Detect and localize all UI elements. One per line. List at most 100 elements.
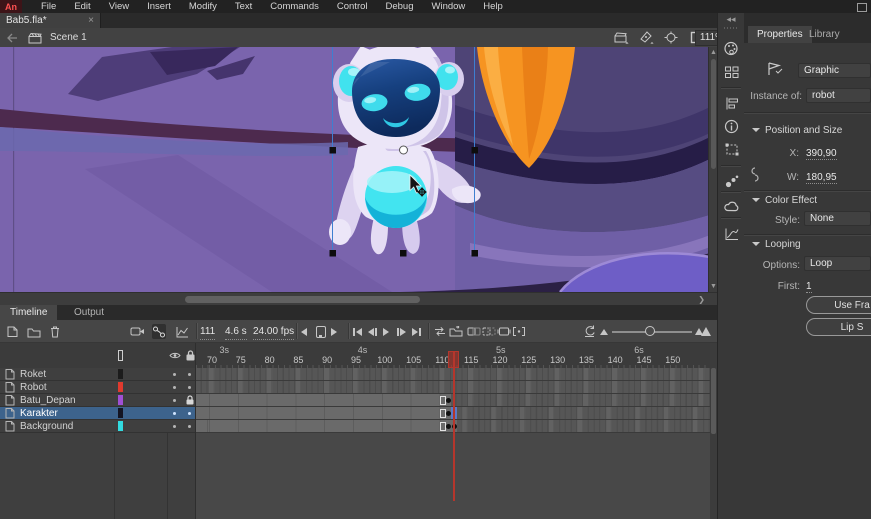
layer-visibility-dot[interactable]	[173, 386, 176, 389]
stage-vertical-scrollbar[interactable]: ▲ ▼	[708, 47, 717, 292]
window-control-icon[interactable]	[857, 3, 867, 12]
camera-icon[interactable]	[130, 324, 145, 339]
show-parenting-view-icon[interactable]	[152, 324, 166, 339]
menu-item-edit[interactable]: Edit	[65, 0, 99, 13]
outline-color-column-icon[interactable]	[118, 350, 123, 361]
tab-timeline[interactable]: Timeline	[0, 305, 57, 320]
scroll-right-icon[interactable]: ❯	[698, 295, 705, 304]
menu-item-debug[interactable]: Debug	[377, 0, 423, 13]
layer-row-robot[interactable]: Robot	[0, 381, 195, 394]
lock-icon[interactable]	[185, 350, 196, 361]
layer-lock-dot[interactable]	[188, 373, 191, 376]
scrollbar-handle[interactable]	[185, 296, 420, 303]
layer-row-batu_depan[interactable]: Batu_Depan	[0, 394, 195, 407]
frame-size-slider[interactable]	[612, 324, 692, 339]
section-position-size[interactable]: Position and Size	[752, 125, 842, 136]
menu-item-help[interactable]: Help	[474, 0, 512, 13]
x-value[interactable]: 390,90	[806, 148, 837, 160]
keyframe-dot[interactable]	[446, 411, 451, 416]
back-arrow-icon[interactable]	[4, 30, 20, 46]
layer-row-karakter[interactable]: Karakter	[0, 407, 195, 420]
prev-frame-icon[interactable]	[368, 324, 377, 339]
step-forward-icon[interactable]	[331, 324, 337, 339]
elapsed-time-value[interactable]: 4.6 s	[225, 324, 247, 340]
frame-rate-value[interactable]: 24.00 fps	[253, 324, 294, 340]
center-stage-icon[interactable]	[663, 30, 679, 46]
breadcrumb-scene[interactable]: Scene 1	[50, 32, 87, 43]
loop-playback-icon[interactable]	[433, 324, 447, 339]
menu-item-modify[interactable]: Modify	[180, 0, 226, 13]
loop-options-select[interactable]: Loop	[804, 256, 871, 271]
menu-item-commands[interactable]: Commands	[261, 0, 328, 13]
style-select[interactable]: None	[804, 211, 871, 226]
info-icon[interactable]	[723, 118, 740, 135]
creative-cloud-icon[interactable]	[723, 198, 740, 215]
go-last-frame-icon[interactable]	[412, 324, 421, 339]
section-looping[interactable]: Looping	[752, 239, 801, 250]
transform-icon[interactable]	[723, 141, 740, 158]
layer-lock-icon[interactable]	[185, 395, 195, 405]
edit-scene-icon[interactable]	[613, 30, 629, 46]
section-color-effect[interactable]: Color Effect	[752, 195, 817, 206]
layer-lock-dot[interactable]	[188, 412, 191, 415]
delete-layer-icon[interactable]	[49, 324, 61, 339]
onion-skin-outlines-icon[interactable]	[482, 324, 496, 339]
lip-syncing-button[interactable]: Lip S	[806, 318, 871, 336]
reset-timeline-zoom-icon[interactable]	[583, 324, 596, 339]
eye-icon[interactable]	[169, 351, 181, 360]
close-icon[interactable]: ×	[88, 16, 94, 26]
graph-view-icon[interactable]	[175, 324, 189, 339]
step-back-icon[interactable]	[301, 324, 307, 339]
go-first-frame-icon[interactable]	[353, 324, 362, 339]
layer-visibility-dot[interactable]	[173, 412, 176, 415]
brush-library-icon[interactable]	[723, 173, 740, 190]
menu-item-view[interactable]: View	[100, 0, 138, 13]
tab-library[interactable]: Library	[800, 26, 849, 43]
menu-item-control[interactable]: Control	[328, 0, 377, 13]
stage-horizontal-scrollbar[interactable]: ❯	[0, 292, 717, 305]
expand-panels-icon[interactable]: ◂◂	[718, 14, 744, 25]
layer-visibility-dot[interactable]	[173, 399, 176, 402]
layer-lock-dot[interactable]	[188, 386, 191, 389]
w-value[interactable]: 180,95	[806, 172, 837, 184]
current-frame-value[interactable]: 111	[200, 324, 215, 340]
edit-multiple-frames-icon[interactable]	[497, 324, 511, 339]
layer-row-roket[interactable]: Roket	[0, 368, 195, 381]
modify-markers-icon[interactable]	[512, 324, 526, 339]
scrollbar-handle[interactable]	[711, 59, 716, 169]
layer-lock-dot[interactable]	[188, 425, 191, 428]
onion-skin-icon[interactable]	[467, 324, 481, 339]
menu-item-window[interactable]: Window	[423, 0, 475, 13]
menu-item-file[interactable]: File	[32, 0, 65, 13]
symbol-type-select[interactable]: Graphic	[798, 63, 871, 78]
scroll-down-icon[interactable]: ▼	[710, 283, 717, 290]
align-icon[interactable]	[723, 95, 740, 112]
timeline-vertical-scrollbar[interactable]	[710, 343, 717, 519]
menu-item-insert[interactable]: Insert	[138, 0, 180, 13]
new-folder-icon[interactable]	[27, 324, 41, 339]
new-layer-icon[interactable]	[5, 324, 19, 339]
link-width-height-icon[interactable]	[749, 167, 761, 182]
zoom-in-frames-icon[interactable]	[695, 324, 711, 339]
menu-item-text[interactable]: Text	[226, 0, 261, 13]
current-frame-icon[interactable]	[316, 324, 326, 339]
layer-visibility-dot[interactable]	[173, 373, 176, 376]
tab-output[interactable]: Output	[64, 305, 114, 320]
frame-picker-icon[interactable]	[449, 324, 463, 339]
motion-presets-icon[interactable]	[723, 225, 740, 242]
keyframe-dot[interactable]	[446, 424, 451, 429]
stage-canvas[interactable]	[0, 47, 717, 292]
swatches-icon[interactable]	[723, 63, 740, 80]
layer-visibility-dot[interactable]	[173, 425, 176, 428]
scroll-up-icon[interactable]: ▲	[710, 49, 717, 56]
slider-knob[interactable]	[645, 326, 655, 336]
edit-symbols-icon[interactable]	[638, 30, 654, 46]
use-frame-picker-button[interactable]: Use Fra	[806, 296, 871, 314]
color-icon[interactable]	[723, 40, 740, 57]
next-frame-icon[interactable]	[397, 324, 406, 339]
document-tab[interactable]: Bab5.fla* ×	[0, 13, 101, 28]
play-icon[interactable]	[383, 324, 389, 339]
layer-row-background[interactable]: Background	[0, 420, 195, 433]
first-frame-value[interactable]: 1	[806, 281, 812, 293]
instance-name-field[interactable]: robot	[806, 88, 871, 103]
